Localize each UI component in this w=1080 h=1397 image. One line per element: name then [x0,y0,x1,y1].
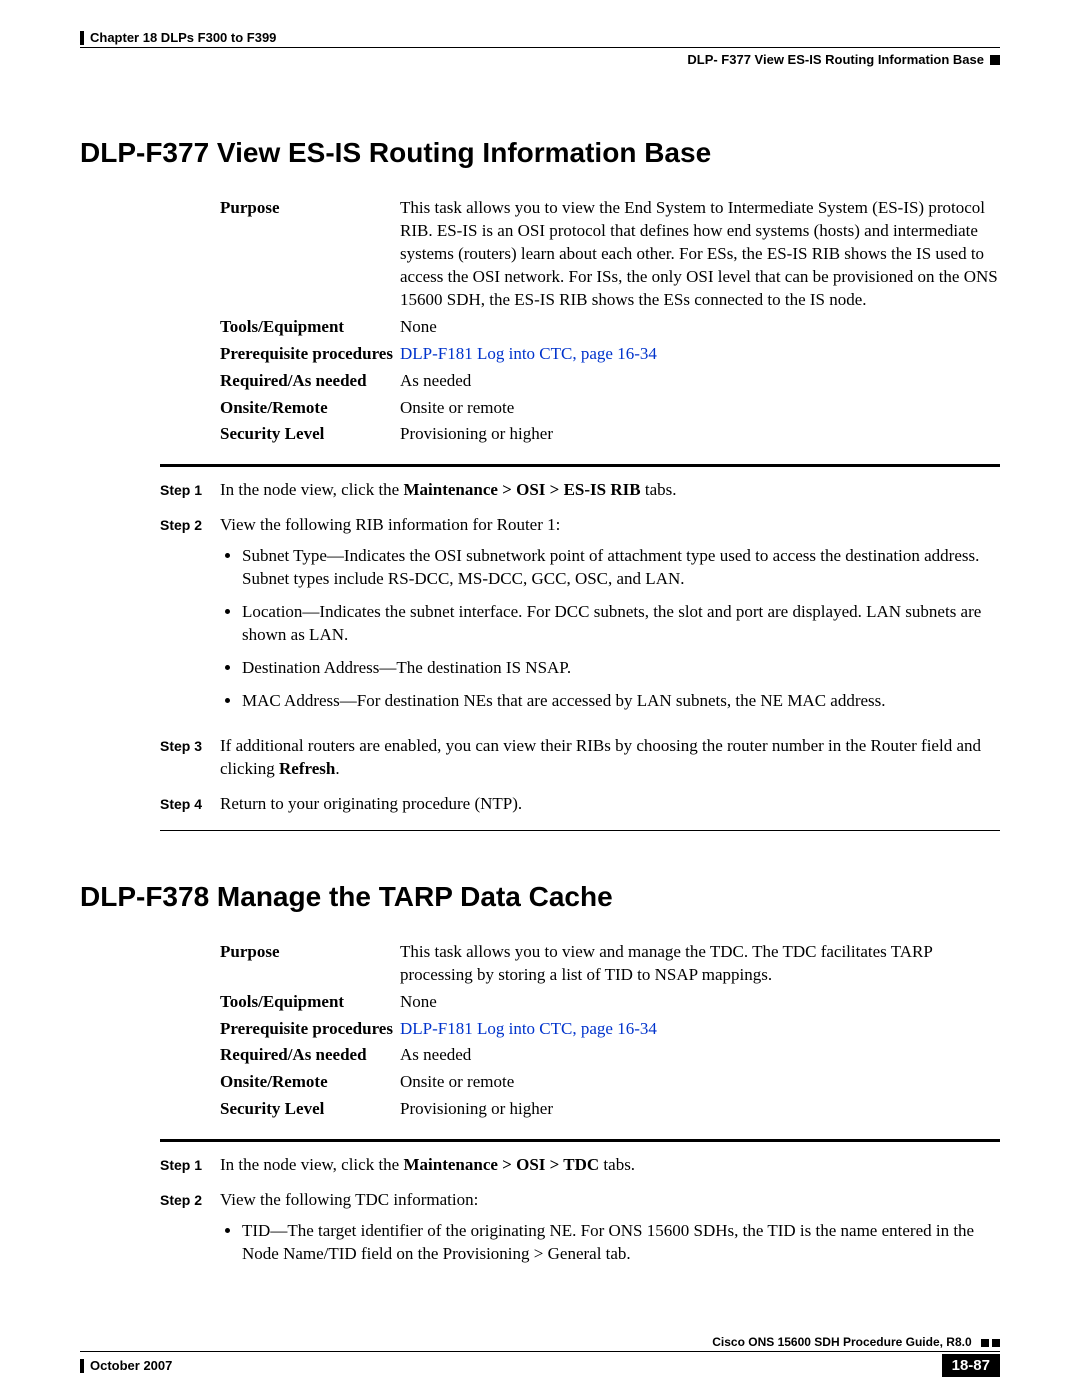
divider-thick [160,464,1000,467]
footer-squares-icon [981,1339,1000,1347]
section-title-f377: DLP-F377 View ES-IS Routing Information … [80,137,1000,169]
onsite-label: Onsite/Remote [220,397,400,420]
header-topic-row: DLP- F377 View ES-IS Routing Information… [80,52,1000,67]
security-label: Security Level [220,1098,400,1121]
list-item: Location—Indicates the subnet interface.… [242,601,1000,647]
required-label: Required/As needed [220,370,400,393]
footer-date: October 2007 [80,1358,172,1373]
header-chapter: Chapter 18 DLPs F300 to F399 [80,30,276,45]
step-body: In the node view, click the Maintenance … [220,1154,1000,1177]
step-bold: Refresh [279,759,335,778]
prereq-link[interactable]: DLP-F181 Log into CTC, page 16-34 [400,1018,1000,1041]
purpose-value: This task allows you to view and manage … [400,941,1000,987]
step-bold: Maintenance > OSI > TDC [403,1155,599,1174]
footer-rule [80,1351,1000,1352]
security-value: Provisioning or higher [400,423,1000,446]
step-label: Step 3 [160,735,220,781]
list-item: TID—The target identifier of the origina… [242,1220,1000,1266]
security-value: Provisioning or higher [400,1098,1000,1121]
footer-guide: Cisco ONS 15600 SDH Procedure Guide, R8.… [80,1335,1000,1349]
header-bar-icon [80,31,84,45]
bullet-list: TID—The target identifier of the origina… [220,1220,1000,1266]
step-text: View the following TDC information: [220,1190,478,1209]
tools-value: None [400,316,1000,339]
purpose-label: Purpose [220,941,400,987]
page-footer: Cisco ONS 15600 SDH Procedure Guide, R8.… [80,1335,1000,1377]
list-item: Destination Address—The destination IS N… [242,657,1000,680]
steps-f377: Step 1 In the node view, click the Maint… [160,479,1000,815]
required-label: Required/As needed [220,1044,400,1067]
step-text: In the node view, click the [220,1155,403,1174]
guide-title: Cisco ONS 15600 SDH Procedure Guide, R8.… [712,1335,971,1349]
step-text: . [335,759,339,778]
tools-value: None [400,991,1000,1014]
chapter-label: Chapter 18 DLPs F300 to F399 [90,30,276,45]
step-body: Return to your originating procedure (NT… [220,793,1000,816]
divider-thick [160,1139,1000,1142]
step-label: Step 4 [160,793,220,816]
step-body: In the node view, click the Maintenance … [220,479,1000,502]
header-square-icon [990,55,1000,65]
section-title-f378: DLP-F378 Manage the TARP Data Cache [80,881,1000,913]
step-label: Step 1 [160,1154,220,1177]
meta-table-f378: Purpose This task allows you to view and… [220,941,1000,1122]
prereq-link[interactable]: DLP-F181 Log into CTC, page 16-34 [400,343,1000,366]
onsite-value: Onsite or remote [400,1071,1000,1094]
step-bold: Maintenance > OSI > ES-IS RIB [403,480,640,499]
step-body: View the following RIB information for R… [220,514,1000,723]
footer-bar-icon [80,1359,84,1373]
required-value: As needed [400,1044,1000,1067]
tools-label: Tools/Equipment [220,316,400,339]
prereq-label: Prerequisite procedures [220,343,400,366]
onsite-label: Onsite/Remote [220,1071,400,1094]
step-text: tabs. [641,480,677,499]
prereq-label: Prerequisite procedures [220,1018,400,1041]
purpose-label: Purpose [220,197,400,312]
header-rule [80,47,1000,48]
list-item: MAC Address—For destination NEs that are… [242,690,1000,713]
topic-label: DLP- F377 View ES-IS Routing Information… [687,52,984,67]
step-text: In the node view, click the [220,480,403,499]
step-body: If additional routers are enabled, you c… [220,735,1000,781]
page-header: Chapter 18 DLPs F300 to F399 [80,30,1000,45]
bullet-list: Subnet Type—Indicates the OSI subnetwork… [220,545,1000,713]
step-text: View the following RIB information for R… [220,515,560,534]
list-item: Subnet Type—Indicates the OSI subnetwork… [242,545,1000,591]
step-body: View the following TDC information: TID—… [220,1189,1000,1276]
step-label: Step 2 [160,1189,220,1276]
page-number: 18-87 [942,1354,1000,1377]
date-text: October 2007 [90,1358,172,1373]
steps-f378: Step 1 In the node view, click the Maint… [160,1154,1000,1276]
step-label: Step 2 [160,514,220,723]
tools-label: Tools/Equipment [220,991,400,1014]
purpose-value: This task allows you to view the End Sys… [400,197,1000,312]
security-label: Security Level [220,423,400,446]
required-value: As needed [400,370,1000,393]
divider-thin [160,830,1000,831]
step-text: tabs. [599,1155,635,1174]
document-page: Chapter 18 DLPs F300 to F399 DLP- F377 V… [0,0,1080,1397]
meta-table-f377: Purpose This task allows you to view the… [220,197,1000,446]
header-topic: DLP- F377 View ES-IS Routing Information… [687,52,1000,67]
onsite-value: Onsite or remote [400,397,1000,420]
step-label: Step 1 [160,479,220,502]
